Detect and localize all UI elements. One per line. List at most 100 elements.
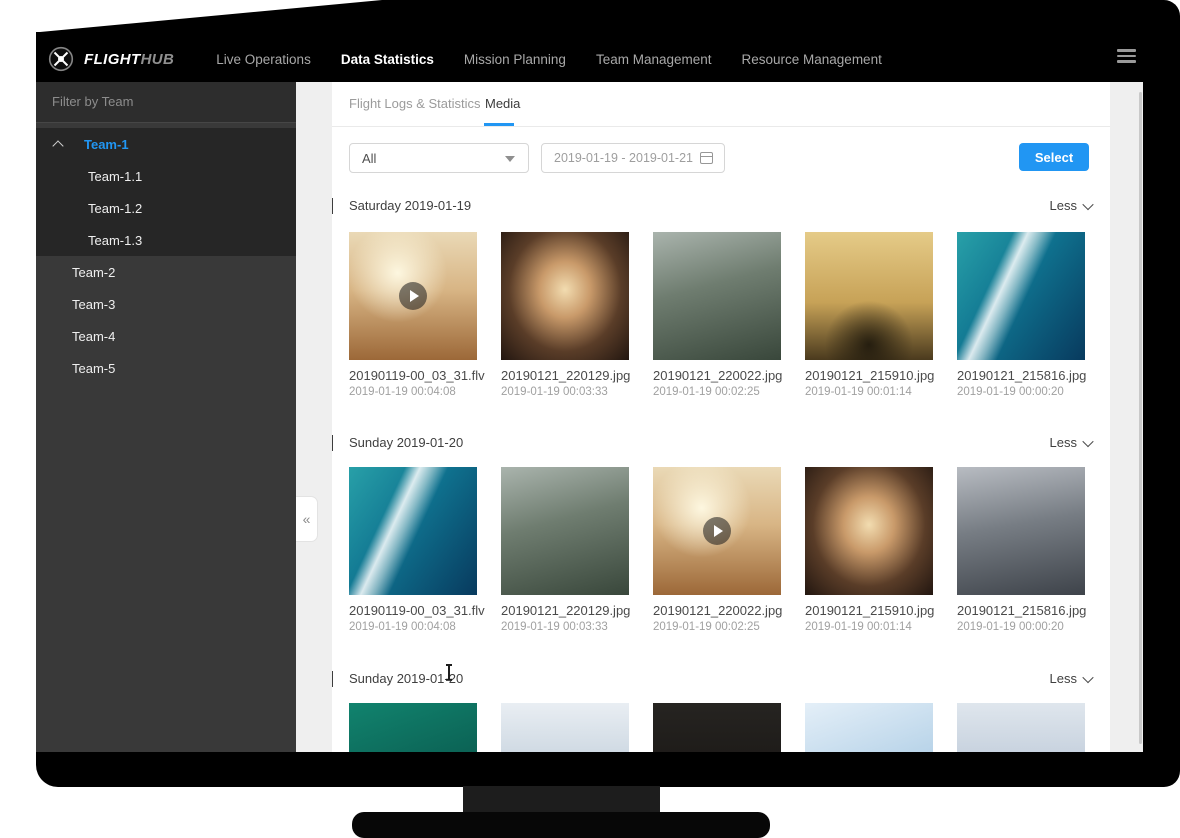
sidebar-item-team-3[interactable]: Team-3 (36, 288, 296, 320)
media-card[interactable] (805, 703, 933, 752)
media-timestamp: 2019-01-19 00:04:08 (349, 621, 477, 633)
calendar-icon (700, 152, 713, 164)
media-thumbnail[interactable] (957, 467, 1085, 595)
media-card[interactable] (349, 703, 477, 752)
sidebar-item-team-1-3[interactable]: Team-1.3 (36, 224, 296, 256)
media-filename: 20190121_220022.jpg (653, 368, 781, 383)
media-card[interactable]: 20190121_215910.jpg 2019-01-19 00:01:14 (805, 232, 933, 398)
media-thumbnail[interactable] (501, 232, 629, 360)
media-filename: 20190119-00_03_31.flv (349, 368, 477, 383)
nav-item-resource-management[interactable]: Resource Management (742, 52, 882, 67)
active-tab-underline (484, 123, 514, 126)
media-panel: Flight Logs & Statistics Media All 2019-… (332, 82, 1110, 752)
less-toggle[interactable]: Less (1050, 198, 1092, 213)
play-icon[interactable] (703, 517, 731, 545)
select-button[interactable]: Select (1019, 143, 1089, 171)
media-card[interactable] (957, 703, 1085, 752)
sidebar-item-team-4[interactable]: Team-4 (36, 320, 296, 352)
chevron-down-icon (1082, 671, 1093, 682)
sidebar-title: Filter by Team (36, 82, 296, 123)
media-thumbnail[interactable] (653, 703, 781, 752)
media-thumbnail[interactable] (805, 703, 933, 752)
collapse-chevrons-icon: « (303, 511, 311, 527)
tab-bar: Flight Logs & Statistics Media (332, 82, 1110, 127)
media-timestamp: 2019-01-19 00:03:33 (501, 621, 629, 633)
device-mockup: FLIGHTHUB Live Operations Data Statistic… (0, 0, 1180, 838)
nav-item-mission-planning[interactable]: Mission Planning (464, 52, 566, 67)
sidebar-item-team-1-1[interactable]: Team-1.1 (36, 160, 296, 192)
media-card[interactable]: 20190121_215816.jpg 2019-01-19 00:00:20 (957, 232, 1085, 398)
sidebar-item-team-5[interactable]: Team-5 (36, 352, 296, 384)
main-nav: Live Operations Data Statistics Mission … (216, 52, 882, 67)
section-header-2: Sunday 2019-01-20 Less (332, 434, 1110, 454)
media-thumbnail[interactable] (805, 467, 933, 595)
section-title: Sunday 2019-01-20 (349, 435, 463, 450)
play-icon[interactable] (399, 282, 427, 310)
team-1-group: Team-1 Team-1.1 Team-1.2 Team-1.3 (36, 128, 296, 256)
sidebar-item-team-2[interactable]: Team-2 (36, 256, 296, 288)
caret-down-icon (505, 156, 515, 162)
section-accent-bar (332, 671, 333, 687)
media-thumbnail[interactable] (957, 232, 1085, 360)
media-thumbnail[interactable] (501, 467, 629, 595)
media-thumbnail[interactable] (349, 703, 477, 752)
date-range-input[interactable]: 2019-01-19 - 2019-01-21 (541, 143, 725, 173)
media-row-1: 20190119-00_03_31.flv 2019-01-19 00:04:0… (332, 232, 1110, 417)
media-thumbnail[interactable] (957, 703, 1085, 752)
media-timestamp: 2019-01-19 00:01:14 (805, 386, 933, 398)
media-filename: 20190119-00_03_31.flv (349, 603, 477, 618)
monitor-stand-neck (463, 786, 660, 814)
media-card[interactable]: 20190121_215910.jpg 2019-01-19 00:01:14 (805, 467, 933, 633)
section-title: Saturday 2019-01-19 (349, 198, 471, 213)
nav-item-data-statistics[interactable]: Data Statistics (341, 52, 434, 67)
media-card[interactable]: 20190121_215816.jpg 2019-01-19 00:00:20 (957, 467, 1085, 633)
section-accent-bar (332, 198, 333, 214)
chevron-up-icon (52, 140, 63, 151)
chevron-down-icon (1082, 198, 1093, 209)
media-card[interactable] (501, 703, 629, 752)
media-thumbnail[interactable] (349, 232, 477, 360)
media-type-dropdown[interactable]: All (349, 143, 529, 173)
media-thumbnail[interactable] (501, 703, 629, 752)
media-filename: 20190121_220129.jpg (501, 603, 629, 618)
media-card[interactable]: 20190119-00_03_31.flv 2019-01-19 00:04:0… (349, 232, 477, 398)
media-timestamp: 2019-01-19 00:00:20 (957, 621, 1085, 633)
team-filter-sidebar: Filter by Team Team-1 Team-1.1 Team-1.2 … (36, 82, 296, 752)
sidebar-item-team-1-2[interactable]: Team-1.2 (36, 192, 296, 224)
section-accent-bar (332, 435, 333, 451)
tab-media[interactable]: Media (485, 96, 520, 111)
media-card[interactable]: 20190121_220022.jpg 2019-01-19 00:02:25 (653, 467, 781, 633)
section-header-1: Saturday 2019-01-19 Less (332, 197, 1110, 217)
monitor-stand-base (352, 812, 770, 838)
media-filename: 20190121_215816.jpg (957, 368, 1085, 383)
media-filename: 20190121_220022.jpg (653, 603, 781, 618)
media-timestamp: 2019-01-19 00:02:25 (653, 621, 781, 633)
media-card[interactable]: 20190119-00_03_31.flv 2019-01-19 00:04:0… (349, 467, 477, 633)
tab-flight-logs-statistics[interactable]: Flight Logs & Statistics (349, 96, 481, 111)
media-timestamp: 2019-01-19 00:01:14 (805, 621, 933, 633)
less-toggle[interactable]: Less (1050, 435, 1092, 450)
media-thumbnail[interactable] (653, 467, 781, 595)
media-thumbnail[interactable] (805, 232, 933, 360)
scrollbar-thumb[interactable] (1139, 92, 1142, 744)
media-thumbnail[interactable] (653, 232, 781, 360)
sidebar-item-team-1[interactable]: Team-1 (36, 128, 296, 160)
flighthub-logo-icon (48, 46, 74, 72)
media-card[interactable] (653, 703, 781, 752)
hamburger-menu-icon[interactable] (1117, 49, 1136, 66)
media-filename: 20190121_215816.jpg (957, 603, 1085, 618)
less-toggle[interactable]: Less (1050, 671, 1092, 686)
media-filename: 20190121_215910.jpg (805, 603, 933, 618)
media-timestamp: 2019-01-19 00:03:33 (501, 386, 629, 398)
media-card[interactable]: 20190121_220022.jpg 2019-01-19 00:02:25 (653, 232, 781, 398)
media-thumbnail[interactable] (349, 467, 477, 595)
media-timestamp: 2019-01-19 00:02:25 (653, 386, 781, 398)
media-filename: 20190121_215910.jpg (805, 368, 933, 383)
sidebar-collapse-button[interactable]: « (296, 496, 318, 542)
media-card[interactable]: 20190121_220129.jpg 2019-01-19 00:03:33 (501, 467, 629, 633)
media-card[interactable]: 20190121_220129.jpg 2019-01-19 00:03:33 (501, 232, 629, 398)
nav-item-team-management[interactable]: Team Management (596, 52, 712, 67)
chevron-down-icon (1082, 435, 1093, 446)
media-timestamp: 2019-01-19 00:00:20 (957, 386, 1085, 398)
nav-item-live-operations[interactable]: Live Operations (216, 52, 311, 67)
